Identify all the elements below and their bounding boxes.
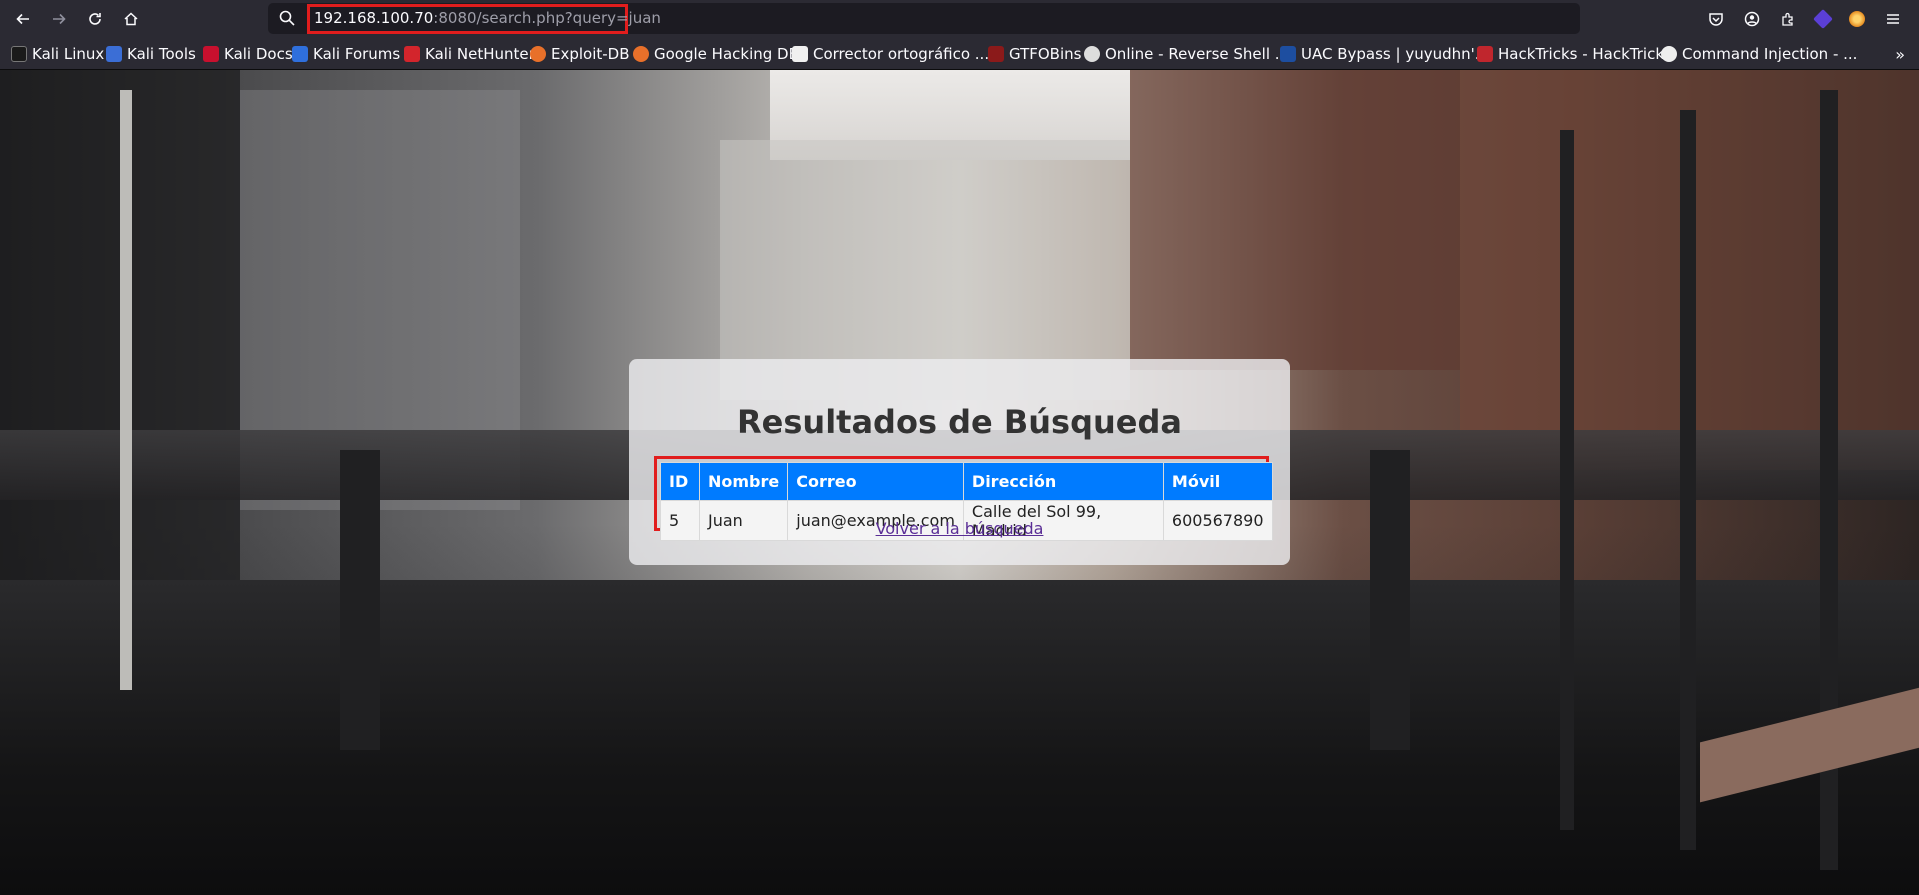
url-text[interactable]: 192.168.100.70:8080/search.php?query=jua…: [314, 9, 661, 28]
ghdb-icon: [633, 46, 649, 62]
back-arrow-icon: [16, 13, 29, 25]
bookmark-label: Kali Linux: [32, 45, 105, 63]
page-title: Resultados de Búsqueda: [737, 403, 1182, 441]
search-icon: [279, 10, 295, 26]
bookmark-gtfobins[interactable]: GTFOBins: [988, 44, 1081, 64]
background-pillar: [120, 90, 132, 690]
kali-icon: [11, 46, 27, 62]
account-button[interactable]: [1741, 8, 1763, 30]
url-bar[interactable]: 192.168.100.70:8080/search.php?query=jua…: [268, 3, 1580, 34]
hamburger-menu-icon: [1887, 14, 1899, 24]
pocket-button[interactable]: [1705, 8, 1727, 30]
background-building-right: [1130, 70, 1460, 370]
background-canal-water: [0, 580, 1919, 895]
bookmark-reverse-shell[interactable]: Online - Reverse Shell ...: [1084, 44, 1289, 64]
browser-toolbar: 192.168.100.70:8080/search.php?query=jua…: [0, 0, 1919, 37]
hacktricks-icon: [1477, 46, 1493, 62]
column-header-nombre: Nombre: [698, 462, 789, 501]
kali-tools-icon: [106, 46, 122, 62]
bookmark-label: Online - Reverse Shell ...: [1105, 45, 1290, 63]
home-icon: [124, 12, 138, 26]
column-header-direccion: Dirección: [962, 462, 1164, 501]
bookmark-label: Corrector ortográfico ...: [813, 45, 990, 63]
background-pillar: [1680, 110, 1696, 850]
bookmark-kali-tools[interactable]: Kali Tools: [106, 44, 196, 64]
bookmark-command-injection[interactable]: Command Injection - ...: [1661, 44, 1857, 64]
extension-fox-icon: [1849, 11, 1865, 27]
bookmark-label: Kali Tools: [127, 45, 196, 63]
bookmark-label: Google Hacking DB: [654, 45, 799, 63]
pocket-icon: [1709, 13, 1723, 26]
extensions-button[interactable]: [1777, 8, 1799, 30]
home-button[interactable]: [118, 6, 144, 32]
bookmark-uac-bypass[interactable]: UAC Bypass | yuyudhn'...: [1280, 44, 1489, 64]
bookmark-label: UAC Bypass | yuyudhn'...: [1301, 45, 1490, 63]
bookmark-kali-linux[interactable]: Kali Linux: [11, 44, 104, 64]
skull-icon: [1084, 46, 1100, 62]
back-button[interactable]: [10, 6, 36, 32]
menu-button[interactable]: [1882, 8, 1904, 30]
bookmark-label: Kali Forums: [313, 45, 401, 63]
bookmark-kali-docs[interactable]: Kali Docs: [203, 44, 293, 64]
bookmark-label: HackTricks - HackTricks: [1498, 45, 1672, 63]
bookmark-label: Kali NetHunter: [425, 45, 535, 63]
background-pillar: [340, 450, 380, 750]
reload-icon: [89, 13, 101, 25]
table-header-row: ID Nombre Correo Dirección Móvil: [660, 462, 1273, 501]
forward-arrow-icon: [53, 13, 66, 25]
bookmark-label: Kali Docs: [224, 45, 293, 63]
account-icon: [1744, 11, 1760, 27]
forward-button[interactable]: [46, 6, 72, 32]
extension-gem-icon: [1813, 9, 1833, 29]
background-pillar: [1370, 450, 1410, 750]
cmd-injection-icon: [1661, 46, 1677, 62]
background-pillar: [1560, 130, 1574, 830]
page-icon: [792, 46, 808, 62]
more-bookmarks-button[interactable]: »: [1895, 45, 1905, 64]
gtfobins-icon: [988, 46, 1004, 62]
page-viewport: Resultados de Búsqueda ID Nombre Correo …: [0, 70, 1919, 895]
column-header-correo: Correo: [787, 462, 964, 501]
bookmark-exploit-db[interactable]: Exploit-DB: [530, 44, 630, 64]
column-header-id: ID: [660, 462, 700, 501]
extension-orange-button[interactable]: [1846, 8, 1868, 30]
bookmark-label: Command Injection - ...: [1682, 45, 1858, 63]
url-host: 192.168.100.70: [314, 9, 434, 27]
bookmark-hacktricks[interactable]: HackTricks - HackTricks: [1477, 44, 1672, 64]
column-header-movil: Móvil: [1162, 462, 1273, 501]
bookmark-kali-nethunter[interactable]: Kali NetHunter: [404, 44, 535, 64]
url-path: :8080/search.php?query=juan: [433, 9, 661, 27]
extension-purple-button[interactable]: [1812, 8, 1834, 30]
nethunter-icon: [404, 46, 420, 62]
reload-button[interactable]: [82, 6, 108, 32]
exploit-db-icon: [530, 46, 546, 62]
bookmark-corrector[interactable]: Corrector ortográfico ...: [792, 44, 989, 64]
bookmark-google-hacking-db[interactable]: Google Hacking DB: [633, 44, 799, 64]
bookmark-label: Exploit-DB: [551, 45, 630, 63]
results-card: Resultados de Búsqueda ID Nombre Correo …: [629, 359, 1290, 565]
bookmark-label: GTFOBins: [1009, 45, 1082, 63]
kali-forums-icon: [292, 46, 308, 62]
bookmark-kali-forums[interactable]: Kali Forums: [292, 44, 400, 64]
kali-docs-icon: [203, 46, 219, 62]
back-to-search-link[interactable]: Volver a la búsqueda: [629, 519, 1290, 538]
bookmarks-toolbar: Kali Linux Kali Tools Kali Docs Kali For…: [0, 37, 1919, 70]
extensions-icon: [1782, 12, 1793, 26]
uac-icon: [1280, 46, 1296, 62]
